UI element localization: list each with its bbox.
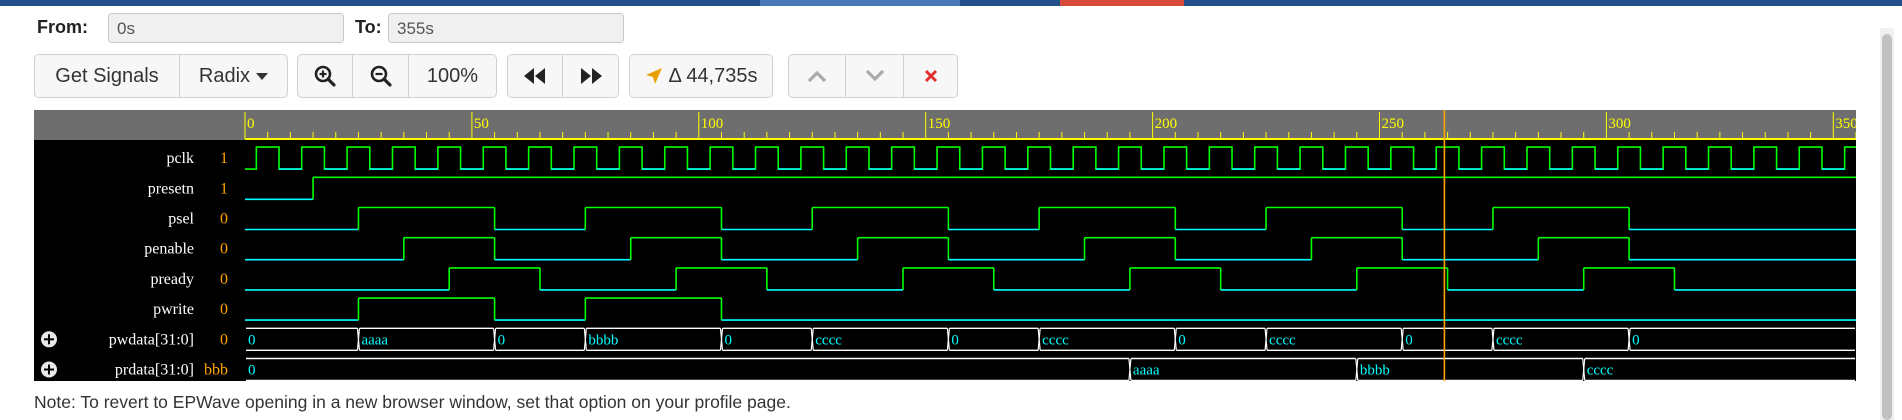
signal-name-pwdata310[interactable]: pwdata[31:0] — [109, 331, 194, 348]
bus-value-label: aaaa — [1133, 363, 1160, 379]
rewind-icon — [524, 68, 545, 84]
radix-label: Radix — [198, 64, 251, 87]
bus-value-label: 0 — [248, 332, 256, 348]
signal-name-pclk[interactable]: pclk — [166, 150, 194, 167]
bus-value-label: cccc — [815, 332, 842, 348]
bus-value-label: 0 — [1632, 332, 1640, 348]
bus-value-label: cccc — [1269, 332, 1296, 348]
zoom-in-button[interactable] — [297, 54, 353, 98]
from-label: From: — [37, 17, 88, 37]
bus-value-label: 0 — [1405, 332, 1413, 348]
note-text: Note: To revert to EPWave opening in a n… — [34, 392, 791, 412]
signal-name-pwrite[interactable]: pwrite — [153, 301, 194, 318]
zoom-in-icon — [314, 65, 336, 87]
scrollbar-thumb[interactable] — [1882, 34, 1892, 420]
bus-value-label: 0 — [248, 363, 256, 379]
to-label: To: — [355, 17, 382, 37]
signal-name-penable[interactable]: penable — [144, 241, 194, 258]
location-arrow-icon — [645, 68, 662, 84]
signal-value: 0 — [220, 331, 228, 348]
signal-name-psel[interactable]: psel — [168, 211, 194, 228]
get-signals-button[interactable]: Get Signals — [34, 54, 180, 98]
remove-button[interactable] — [904, 54, 958, 98]
signal-value: 1 — [220, 150, 228, 167]
caret-down-icon — [256, 72, 269, 80]
signal-name-presetn[interactable]: presetn — [148, 180, 194, 197]
signal-value: 1 — [220, 180, 228, 197]
bus-value-label: 0 — [951, 332, 959, 348]
ruler-tick-label: 50 — [474, 116, 489, 132]
bus-value-label: 0 — [724, 332, 732, 348]
zoom-level-button[interactable]: 100% — [409, 54, 497, 98]
ruler-tick-label: 200 — [1155, 116, 1178, 132]
bus-value-label: cccc — [1042, 332, 1069, 348]
zoom-level-label: 100% — [426, 64, 479, 87]
ruler-tick-label: 350 — [1835, 116, 1856, 132]
cursor-delta-label: Δ 44,735s — [668, 64, 758, 87]
next-button[interactable] — [846, 54, 904, 98]
to-input[interactable]: 355s — [388, 13, 624, 43]
chevron-down-icon — [865, 69, 884, 82]
from-input[interactable]: 0s — [108, 13, 344, 43]
signal-value: 0 — [220, 301, 228, 318]
signal-value: bbb — [204, 362, 228, 379]
ruler-tick-label: 300 — [1608, 116, 1631, 132]
signal-name-pready[interactable]: pready — [150, 271, 194, 288]
waveform-viewer[interactable]: 0 50 100 150 200 250 300 350 pclk 1 presetn 1 psel 0 p… — [34, 110, 1856, 381]
waveform-background — [34, 110, 1856, 381]
chevron-up-icon — [807, 70, 827, 83]
get-signals-label: Get Signals — [55, 64, 159, 87]
signal-name-prdata310[interactable]: prdata[31:0] — [115, 362, 194, 379]
rewind-button[interactable] — [507, 54, 563, 98]
bus-value-label: 0 — [1178, 332, 1186, 348]
bus-value-label: cccc — [1587, 363, 1614, 379]
prev-button[interactable] — [788, 54, 846, 98]
ruler-tick-label: 250 — [1382, 116, 1405, 132]
fast-forward-button[interactable] — [563, 54, 619, 98]
bus-value-label: aaaa — [361, 332, 388, 348]
signal-value: 0 — [220, 211, 228, 228]
signal-value: 0 — [220, 241, 228, 258]
zoom-out-button[interactable] — [353, 54, 409, 98]
ruler-tick-label: 100 — [701, 116, 724, 132]
ruler-tick-label: 150 — [928, 116, 951, 132]
bus-value-label: 0 — [498, 332, 506, 348]
zoom-out-icon — [370, 65, 392, 87]
radix-dropdown[interactable]: Radix — [180, 54, 288, 98]
fast-forward-icon — [580, 68, 602, 84]
cursor-delta-button[interactable]: Δ 44,735s — [629, 54, 773, 98]
close-icon — [924, 69, 937, 83]
signal-value: 0 — [220, 271, 228, 288]
bus-value-label: bbbb — [588, 332, 618, 348]
bus-value-label: bbbb — [1360, 363, 1390, 379]
browser-top-strip — [0, 0, 1902, 6]
bus-value-label: cccc — [1496, 332, 1523, 348]
ruler-tick-label: 0 — [247, 116, 255, 132]
